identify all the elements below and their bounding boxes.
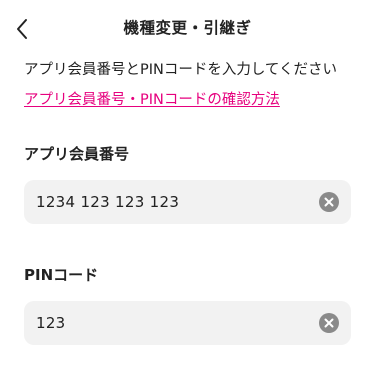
member-number-clear-button[interactable] xyxy=(319,192,339,212)
page-title: 機種変更・引継ぎ xyxy=(123,19,252,37)
pin-code-label: PINコード xyxy=(24,266,99,284)
member-number-label: アプリ会員番号 xyxy=(24,145,130,163)
clear-circle-icon xyxy=(324,318,334,328)
pin-code-clear-button[interactable] xyxy=(319,313,339,333)
member-number-value: 1234 123 123 123 xyxy=(36,193,180,211)
instruction-text: アプリ会員番号とPINコードを入力してください xyxy=(24,62,337,78)
member-number-field[interactable]: 1234 123 123 123 xyxy=(24,180,351,224)
clear-circle-icon xyxy=(324,197,334,207)
help-link[interactable]: アプリ会員番号・PINコードの確認方法 xyxy=(24,90,280,110)
pin-code-field[interactable]: 123 xyxy=(24,301,351,345)
pin-code-value: 123 xyxy=(36,314,66,332)
header: 機種変更・引継ぎ xyxy=(0,0,375,56)
